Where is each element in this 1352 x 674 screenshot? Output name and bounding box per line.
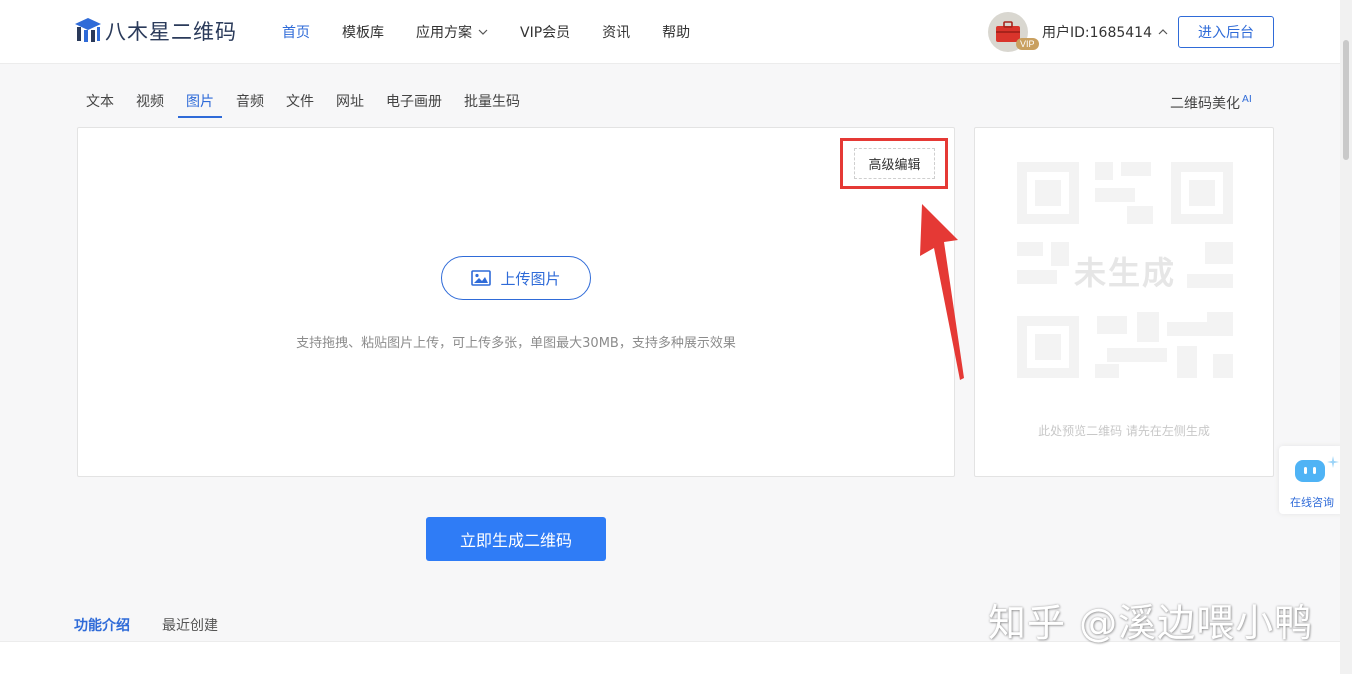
sparkle-icon — [1327, 456, 1339, 468]
logo-icon — [75, 18, 101, 42]
tab-recent[interactable]: 最近创建 — [162, 615, 218, 643]
bottom-tabs: 功能介绍 最近创建 — [74, 615, 250, 643]
ai-badge: AI — [1242, 94, 1252, 106]
nav-news[interactable]: 资讯 — [602, 22, 630, 42]
nav-templates[interactable]: 模板库 — [342, 22, 384, 42]
tab-audio[interactable]: 音频 — [228, 88, 272, 118]
chevron-up-icon — [1158, 29, 1168, 35]
user-id[interactable]: 用户ID:1685414 — [1042, 22, 1168, 42]
advanced-edit-button[interactable]: 高级编辑 — [854, 148, 935, 179]
scrollbar-thumb[interactable] — [1343, 40, 1349, 160]
user-id-label: 用户ID:1685414 — [1042, 25, 1152, 41]
vip-badge: VIP — [1016, 38, 1039, 50]
not-generated-status: 未生成 — [1073, 254, 1176, 292]
nav-news-label: 资讯 — [602, 25, 631, 41]
qr-preview-panel: 未生成 此处预览二维码 请先在左侧生成 — [974, 127, 1274, 477]
nav-help-label: 帮助 — [662, 25, 691, 41]
avatar[interactable]: VIP — [988, 12, 1039, 52]
logo[interactable]: 八木星二维码 — [73, 16, 237, 46]
watermark: 知乎 @溪边喂小鸭 — [988, 601, 1314, 645]
image-icon — [471, 270, 492, 286]
preview-hint: 此处预览二维码 请先在左侧生成 — [1038, 424, 1210, 438]
page-scrollbar[interactable] — [1340, 0, 1352, 674]
tab-image[interactable]: 图片 — [178, 88, 222, 118]
upload-button-label: 上传图片 — [500, 269, 561, 288]
top-header: 八木星二维码 首页 模板库 应用方案 VIP会员 资讯 帮助 VIP 用户ID:… — [0, 0, 1352, 64]
tab-file[interactable]: 文件 — [278, 88, 322, 118]
nav-templates-label: 模板库 — [342, 25, 384, 41]
nav-solutions[interactable]: 应用方案 — [416, 22, 488, 42]
chevron-down-icon — [478, 29, 488, 35]
enter-dashboard-button[interactable]: 进入后台 — [1178, 16, 1274, 48]
tab-url[interactable]: 网址 — [328, 88, 372, 118]
tab-ebook[interactable]: 电子画册 — [378, 88, 450, 118]
beautify-label: 二维码美化 — [1170, 96, 1240, 112]
nav-home[interactable]: 首页 — [282, 22, 310, 42]
main-nav: 首页 模板库 应用方案 VIP会员 资讯 帮助 — [282, 0, 722, 64]
tab-features[interactable]: 功能介绍 — [74, 615, 130, 643]
nav-vip[interactable]: VIP会员 — [520, 22, 570, 42]
qr-beautify-link[interactable]: 二维码美化 AI — [1170, 93, 1252, 113]
editor-panel: 高级编辑 上传图片 支持拖拽、粘贴图片上传，可上传多张，单图最大30MB，支持多… — [77, 127, 955, 477]
nav-help[interactable]: 帮助 — [662, 22, 690, 42]
tab-batch[interactable]: 批量生码 — [456, 88, 528, 118]
generate-qr-button[interactable]: 立即生成二维码 — [426, 517, 606, 561]
chat-bot-icon — [1295, 460, 1325, 482]
online-consult-widget[interactable]: 在线咨询 — [1279, 446, 1345, 514]
nav-vip-label: VIP会员 — [520, 25, 571, 41]
nav-home-label: 首页 — [282, 25, 310, 41]
user-menu[interactable]: VIP 用户ID:1685414 — [988, 12, 1168, 52]
tab-text[interactable]: 文本 — [78, 88, 122, 118]
red-arrow-annotation — [920, 204, 964, 380]
tab-video[interactable]: 视频 — [128, 88, 172, 118]
logo-text: 八木星二维码 — [105, 20, 237, 44]
chat-label: 在线咨询 — [1290, 496, 1334, 509]
nav-solutions-label: 应用方案 — [416, 25, 472, 41]
upload-hint: 支持拖拽、粘贴图片上传，可上传多张，单图最大30MB，支持多种展示效果 — [296, 336, 736, 351]
upload-image-button[interactable]: 上传图片 — [441, 256, 591, 300]
type-tabs: 文本 视频 图片 音频 文件 网址 电子画册 批量生码 — [78, 88, 534, 120]
